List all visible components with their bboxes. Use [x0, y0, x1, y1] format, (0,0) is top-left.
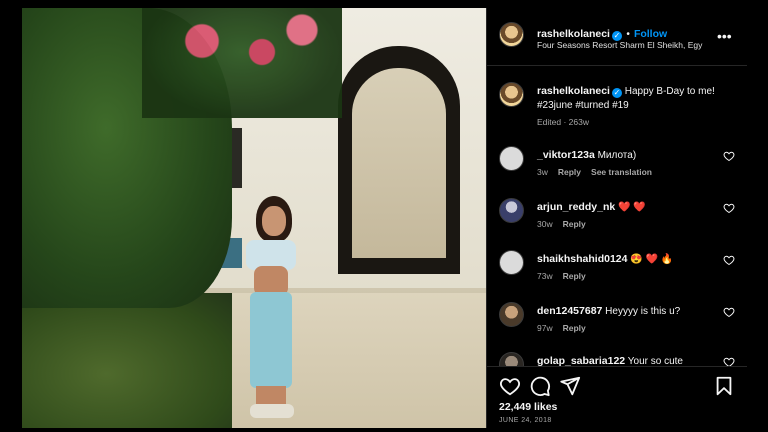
photo-girl [236, 196, 306, 426]
comment-time: 97w [537, 323, 553, 333]
post-header: rashelkolaneci ✓ • Follow Four Seasons Res… [487, 8, 747, 66]
comment-icon[interactable] [529, 375, 551, 397]
post-actions: 22,449 likes JUNE 24, 2018 [487, 366, 747, 428]
photo-arch-door [352, 68, 446, 258]
comment-text: ❤️ ❤️ [617, 202, 646, 213]
caption-username[interactable]: rashelkolaneci [537, 85, 610, 97]
reply-button[interactable]: Reply [563, 323, 586, 333]
post-date: JUNE 24, 2018 [499, 417, 552, 424]
heart-icon[interactable] [723, 202, 735, 214]
commenter-avatar[interactable] [499, 146, 524, 171]
comment-text: Your so cute [627, 356, 683, 366]
see-translation-button[interactable]: See translation [591, 167, 652, 177]
commenter-username[interactable]: _viktor123a [537, 149, 595, 161]
reply-button[interactable]: Reply [563, 271, 586, 281]
comment-text: 😍 ❤️ 🔥 [630, 254, 674, 265]
heart-icon[interactable] [723, 356, 735, 366]
share-icon[interactable] [559, 375, 581, 397]
commenter-username[interactable]: den12457687 [537, 305, 602, 317]
post-side-panel: rashelkolaneci ✓ • Follow Four Seasons Res… [486, 8, 747, 428]
comment-time: 30w [537, 219, 553, 229]
comment-time: 3w [537, 167, 548, 177]
author-avatar[interactable] [499, 22, 524, 47]
likes-count[interactable]: 22,449 likes [499, 401, 557, 413]
comments-list[interactable]: rashelkolaneci ✓ Happy B-Day to me! #23ju… [487, 66, 747, 366]
caption-avatar[interactable] [499, 82, 524, 107]
commenter-avatar[interactable] [499, 250, 524, 275]
commenter-avatar[interactable] [499, 352, 524, 366]
follow-button[interactable]: Follow [634, 28, 667, 40]
reply-button[interactable]: Reply [558, 167, 581, 177]
more-options-icon[interactable]: ••• [717, 28, 732, 44]
commenter-avatar[interactable] [499, 302, 524, 327]
photo-flowers [142, 8, 342, 118]
post-modal: rashelkolaneci ✓ • Follow Four Seasons Res… [22, 8, 747, 428]
bookmark-icon[interactable] [713, 375, 735, 397]
post-photo[interactable] [22, 8, 486, 428]
comment-text: Heyyyy is this u? [605, 306, 681, 317]
commenter-username[interactable]: arjun_reddy_nk [537, 201, 615, 213]
heart-icon[interactable] [723, 254, 735, 266]
heart-icon[interactable] [723, 306, 735, 318]
commenter-avatar[interactable] [499, 198, 524, 223]
verified-badge-icon: ✓ [611, 88, 622, 98]
location-link[interactable]: Four Seasons Resort Sharm El Sheikh, Egy [537, 40, 713, 50]
photo-grass [22, 293, 232, 428]
caption-meta: Edited · 263w [537, 117, 589, 127]
heart-icon[interactable] [499, 375, 521, 397]
heart-icon[interactable] [723, 150, 735, 162]
author-username[interactable]: rashelkolaneci [537, 28, 610, 40]
separator-dot: • [626, 29, 630, 40]
commenter-username[interactable]: golap_sabaria122 [537, 355, 625, 366]
commenter-username[interactable]: shaikhshahid0124 [537, 253, 627, 265]
comment-text: Милота) [597, 150, 637, 161]
comment-time: 73w [537, 271, 553, 281]
reply-button[interactable]: Reply [563, 219, 586, 229]
